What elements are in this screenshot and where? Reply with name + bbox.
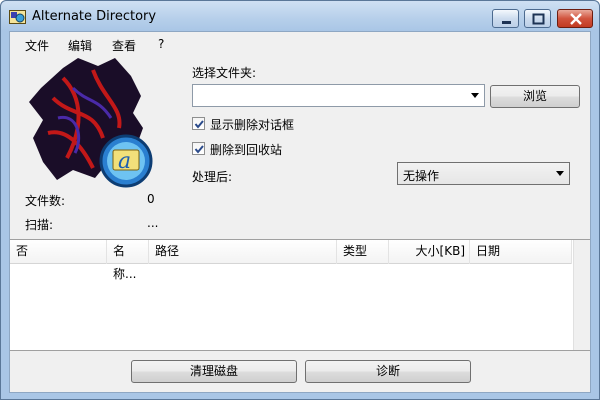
file-count-value: 0 xyxy=(147,192,155,206)
chevron-down-icon[interactable] xyxy=(471,93,479,98)
menu-help[interactable]: ? xyxy=(158,37,164,51)
list-header: 否 名称... 路径 类型 大小[KB] 日期 xyxy=(10,240,572,281)
clean-disk-button[interactable]: 清理磁盘 xyxy=(131,360,297,383)
maximize-button[interactable] xyxy=(524,9,551,28)
minimize-button[interactable] xyxy=(492,9,519,28)
scan-value: ... xyxy=(147,216,159,230)
show-delete-dialog-checkbox[interactable] xyxy=(192,117,205,130)
app-window: Alternate Directory 文件 编辑 查看 ? a 文件数: 0 … xyxy=(0,0,600,400)
after-processing-label: 处理后: xyxy=(192,170,233,184)
diagnose-button[interactable]: 诊断 xyxy=(305,360,471,383)
menu-bar: 文件 编辑 查看 ? xyxy=(10,32,590,56)
app-icon xyxy=(9,10,26,24)
action-bar: 清理磁盘 诊断 xyxy=(10,352,590,392)
menu-file[interactable]: 文件 xyxy=(25,37,49,54)
after-processing-value: 无操作 xyxy=(403,169,440,183)
window-title: Alternate Directory xyxy=(32,9,157,24)
column-header-type[interactable]: 类型 xyxy=(337,240,389,264)
file-list[interactable]: 否 名称... 路径 类型 大小[KB] 日期 xyxy=(10,239,590,351)
column-header-size[interactable]: 大小[KB] xyxy=(389,240,470,264)
scan-label: 扫描: xyxy=(25,218,54,232)
select-folder-label: 选择文件夹: xyxy=(192,66,257,80)
show-delete-dialog-label[interactable]: 显示删除对话框 xyxy=(210,116,294,133)
folder-combobox[interactable] xyxy=(192,84,485,107)
column-header-name[interactable]: 名称... xyxy=(107,240,149,281)
close-button[interactable] xyxy=(557,9,593,28)
app-logo: a xyxy=(23,58,161,188)
svg-text:a: a xyxy=(118,149,131,174)
column-header-path[interactable]: 路径 xyxy=(149,240,337,264)
file-count-label: 文件数: xyxy=(25,194,66,208)
browse-button[interactable]: 浏览 xyxy=(490,85,580,108)
menu-edit[interactable]: 编辑 xyxy=(68,37,92,54)
title-bar[interactable]: Alternate Directory xyxy=(1,1,599,31)
column-header-no[interactable]: 否 xyxy=(10,240,107,264)
client-area: 文件 编辑 查看 ? a 文件数: 0 扫描: ... 选择文件夹: 浏览 显示… xyxy=(9,31,591,393)
chevron-down-icon[interactable] xyxy=(556,171,564,176)
after-processing-dropdown[interactable]: 无操作 xyxy=(397,162,570,185)
delete-to-recycle-label[interactable]: 删除到回收站 xyxy=(210,141,282,158)
delete-to-recycle-checkbox[interactable] xyxy=(192,142,205,155)
column-header-date[interactable]: 日期 xyxy=(470,240,572,264)
vertical-scrollbar[interactable] xyxy=(573,240,590,350)
menu-view[interactable]: 查看 xyxy=(112,37,136,54)
